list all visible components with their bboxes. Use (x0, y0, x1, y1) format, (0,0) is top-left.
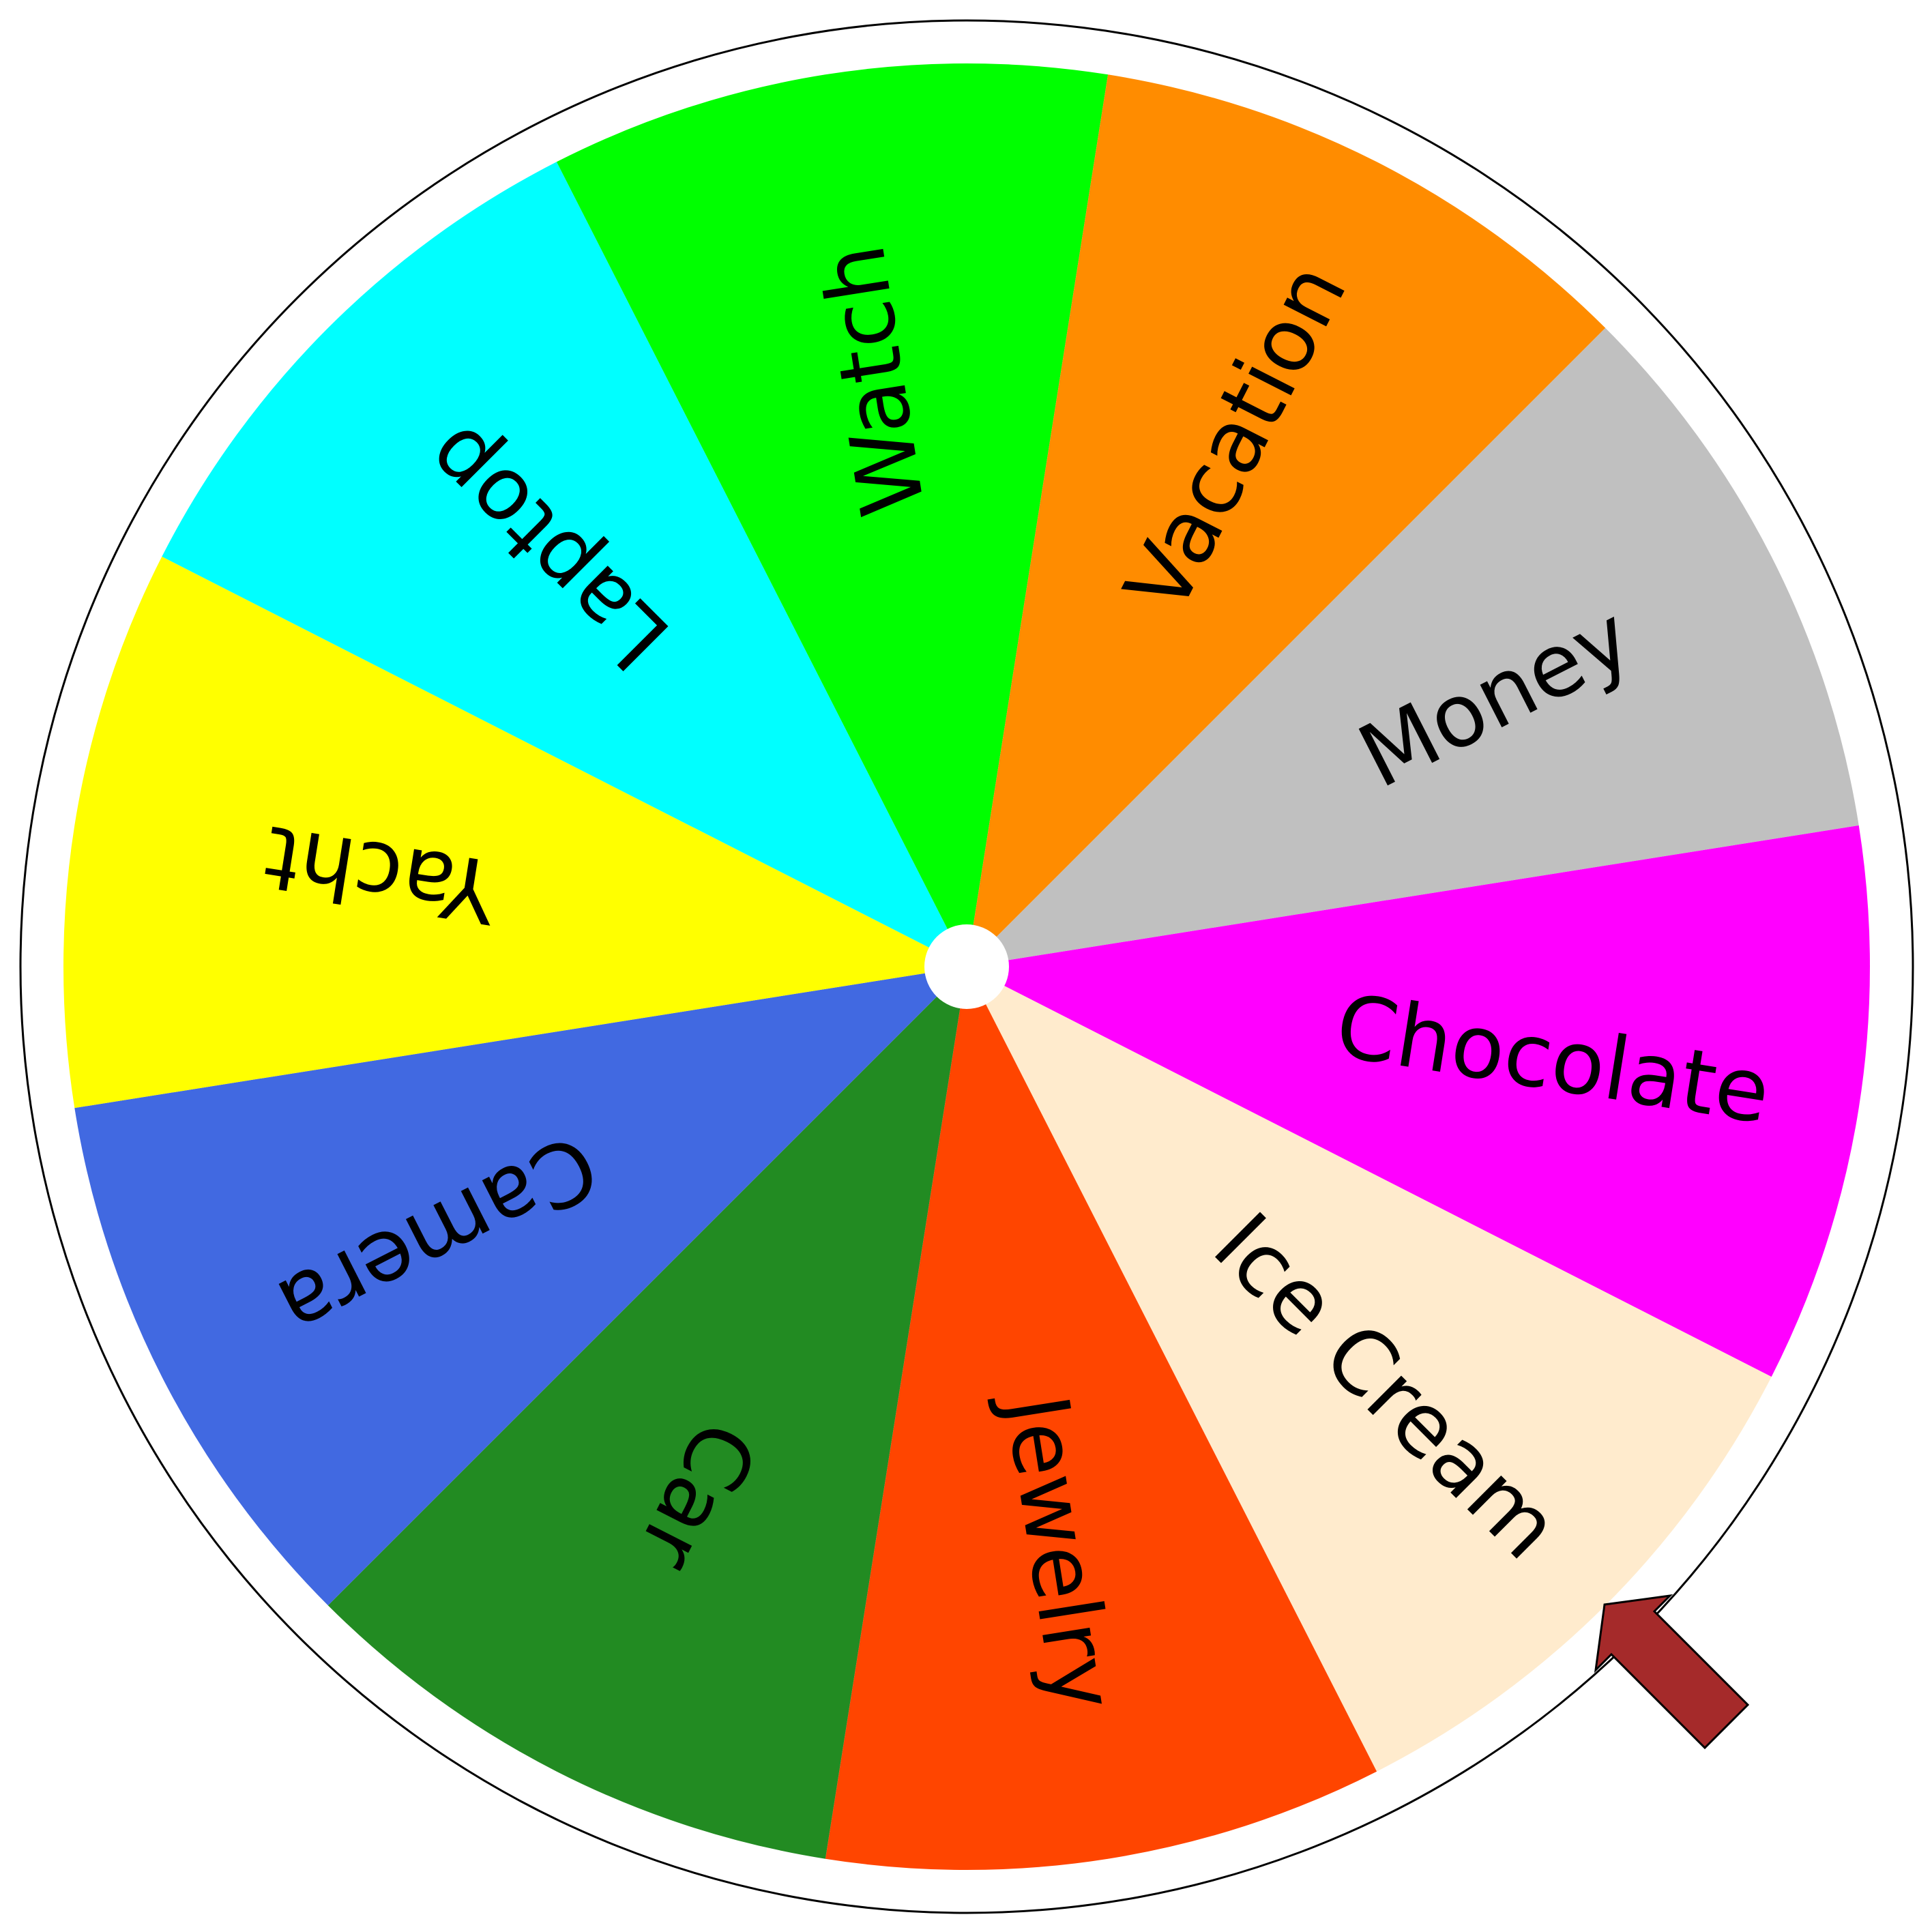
spin-wheel[interactable]: ChocolateIce CreamJewelryCarCameraYachtL… (0, 0, 1932, 1932)
wheel-hub[interactable] (924, 924, 1009, 1009)
arrow-icon (1594, 1594, 1750, 1750)
